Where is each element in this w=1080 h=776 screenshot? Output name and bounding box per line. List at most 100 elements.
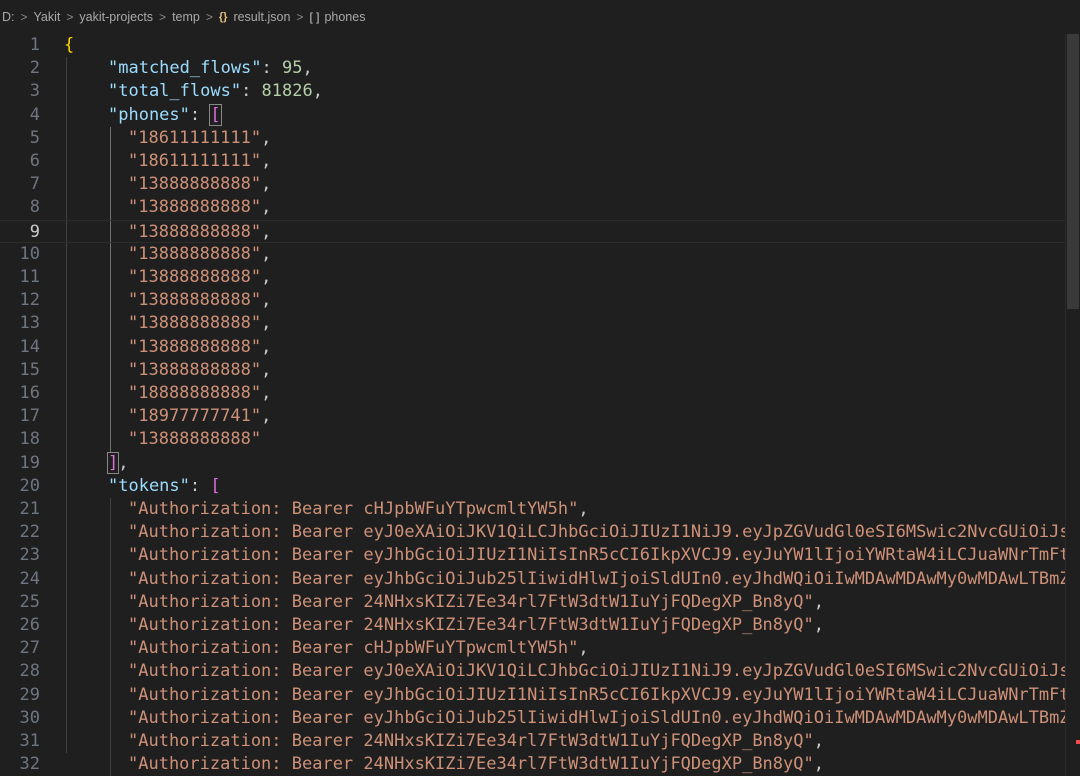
code-line[interactable]: 22 "Authorization: Bearer eyJ0eXAiOiJKV1Q… bbox=[0, 521, 1080, 544]
code-content: "Authorization: Bearer 24NHxsKIZi7Ee34rl… bbox=[128, 730, 824, 753]
line-number: 27 bbox=[19, 638, 40, 659]
line-number: 10 bbox=[19, 243, 40, 264]
breadcrumb-folder-yakit[interactable]: Yakit bbox=[32, 10, 63, 24]
code-line[interactable]: 18 "13888888888" bbox=[0, 428, 1080, 451]
code-line[interactable]: 3 "total_flows": 81826, bbox=[0, 80, 1080, 103]
code-content: "13888888888" bbox=[128, 428, 261, 451]
code-line[interactable]: 1{ bbox=[0, 34, 1080, 57]
code-line[interactable]: 7 "13888888888", bbox=[0, 173, 1080, 196]
code-content: { bbox=[64, 34, 74, 57]
json-key: "phones" bbox=[108, 104, 190, 125]
code-line[interactable]: 17 "18977777741", bbox=[0, 405, 1080, 428]
code-line[interactable]: 14 "13888888888", bbox=[0, 336, 1080, 359]
punctuation: , bbox=[261, 336, 272, 357]
vertical-scrollbar[interactable] bbox=[1065, 34, 1080, 776]
line-number: 6 bbox=[29, 151, 40, 171]
code-line[interactable]: 19], bbox=[0, 451, 1080, 475]
json-string: "Authorization: Bearer 24NHxsKIZi7Ee34rl… bbox=[128, 615, 814, 635]
breadcrumb-drive[interactable]: D: bbox=[0, 10, 17, 24]
breadcrumb: D: > Yakit > yakit-projects > temp > {} … bbox=[0, 0, 1080, 34]
line-number: 14 bbox=[19, 336, 40, 357]
json-string: "13888888888" bbox=[128, 243, 262, 264]
code-line[interactable]: 5 "18611111111", bbox=[0, 127, 1080, 150]
punctuation: , bbox=[261, 243, 272, 264]
code-line[interactable]: 29 "Authorization: Bearer eyJhbGciOiJIUzI… bbox=[0, 684, 1080, 707]
code-line[interactable]: 12 "13888888888", bbox=[0, 289, 1080, 312]
code-content: "13888888888", bbox=[128, 266, 271, 289]
code-line[interactable]: 27 "Authorization: Bearer cHJpbWFuYTpwcml… bbox=[0, 637, 1080, 660]
code-content: "total_flows": 81826, bbox=[108, 80, 323, 103]
chevron-right-icon: > bbox=[20, 10, 28, 24]
code-line[interactable]: 13 "13888888888", bbox=[0, 312, 1080, 335]
code-content: "Authorization: Bearer eyJhbGciOiJub25lI… bbox=[128, 568, 1070, 591]
code-line[interactable]: 28 "Authorization: Bearer eyJ0eXAiOiJKV1Q… bbox=[0, 660, 1080, 683]
breadcrumb-folder-yakit-projects[interactable]: yakit-projects bbox=[77, 10, 155, 24]
line-number: 30 bbox=[19, 707, 40, 728]
punctuation: , bbox=[261, 221, 272, 242]
json-string: "13888888888" bbox=[128, 197, 262, 218]
code-content: "18611111111", bbox=[128, 127, 271, 150]
code-content: "phones": [ bbox=[108, 103, 222, 127]
breadcrumb-folder-temp[interactable]: temp bbox=[170, 10, 202, 24]
code-line[interactable]: 11 "13888888888", bbox=[0, 266, 1080, 289]
code-content: "matched_flows": 95, bbox=[108, 57, 313, 80]
code-content: "13888888888", bbox=[128, 173, 271, 196]
line-number: 17 bbox=[19, 406, 40, 427]
code-content: "Authorization: Bearer eyJhbGciOiJub25lI… bbox=[128, 707, 1070, 730]
json-string: "Authorization: Bearer 24NHxsKIZi7Ee34rl… bbox=[128, 754, 814, 775]
line-number: 31 bbox=[19, 731, 40, 751]
punctuation: , bbox=[261, 151, 272, 171]
line-number: 18 bbox=[19, 429, 40, 450]
punctuation: , bbox=[261, 267, 272, 287]
punctuation: , bbox=[261, 197, 272, 218]
punctuation: : bbox=[261, 58, 283, 79]
code-line[interactable]: 10 "13888888888", bbox=[0, 243, 1080, 266]
code-line[interactable]: 9 "13888888888", bbox=[0, 219, 1080, 244]
json-string: "13888888888" bbox=[128, 336, 262, 357]
code-line[interactable]: 8 "13888888888", bbox=[0, 196, 1080, 219]
json-string: "13888888888" bbox=[128, 429, 262, 450]
code-line[interactable]: 25 "Authorization: Bearer 24NHxsKIZi7Ee34… bbox=[0, 591, 1080, 614]
line-number: 15 bbox=[19, 359, 40, 380]
code-line[interactable]: 6 "18611111111", bbox=[0, 150, 1080, 173]
code-editor[interactable]: 1{2 "matched_flows": 95, 3 "total_flows": 8… bbox=[0, 34, 1080, 776]
code-line[interactable]: 24 "Authorization: Bearer eyJhbGciOiJub25… bbox=[0, 568, 1080, 591]
json-string: "13888888888" bbox=[128, 313, 262, 334]
line-number: 5 bbox=[29, 127, 40, 148]
punctuation: , bbox=[261, 383, 272, 403]
punctuation: , bbox=[261, 290, 272, 311]
code-line[interactable]: 21 "Authorization: Bearer cHJpbWFuYTpwcml… bbox=[0, 498, 1080, 521]
breadcrumb-symbol[interactable]: phones bbox=[322, 10, 367, 24]
code-content: "18888888888", bbox=[128, 382, 271, 405]
code-line[interactable]: 20 "tokens": [ bbox=[0, 475, 1080, 498]
punctuation: , bbox=[578, 638, 589, 659]
code-line[interactable]: 15 "13888888888", bbox=[0, 359, 1080, 382]
code-line[interactable]: 26 "Authorization: Bearer 24NHxsKIZi7Ee34… bbox=[0, 614, 1080, 637]
code-line[interactable]: 2 "matched_flows": 95, bbox=[0, 57, 1080, 80]
punctuation: , bbox=[813, 615, 824, 635]
breadcrumb-file[interactable]: result.json bbox=[231, 10, 292, 24]
code-content: ], bbox=[106, 451, 129, 475]
code-line[interactable]: 16 "18888888888", bbox=[0, 382, 1080, 405]
code-content: "13888888888", bbox=[128, 221, 271, 244]
chevron-right-icon: > bbox=[205, 10, 213, 24]
code-content: "tokens": [ bbox=[108, 475, 221, 498]
line-number: 11 bbox=[19, 267, 40, 287]
json-string: "13888888888" bbox=[128, 267, 262, 287]
scrollbar-thumb[interactable] bbox=[1067, 34, 1079, 309]
code-line[interactable]: 30 "Authorization: Bearer eyJhbGciOiJub25… bbox=[0, 707, 1080, 730]
code-line[interactable]: 4 "phones": [ bbox=[0, 103, 1080, 127]
json-string: "Authorization: Bearer eyJ0eXAiOiJKV1QiL… bbox=[128, 522, 1070, 543]
code-line[interactable]: 23 "Authorization: Bearer eyJhbGciOiJIUzI… bbox=[0, 544, 1080, 567]
chevron-right-icon: > bbox=[66, 10, 74, 24]
punctuation: , bbox=[813, 731, 824, 751]
punctuation: , bbox=[578, 499, 589, 519]
line-number: 29 bbox=[19, 684, 40, 705]
code-content: "18611111111", bbox=[128, 150, 271, 173]
line-number: 25 bbox=[19, 591, 40, 612]
line-number: 24 bbox=[19, 568, 40, 589]
line-number: 22 bbox=[19, 522, 40, 543]
code-line[interactable]: 32 "Authorization: Bearer 24NHxsKIZi7Ee34… bbox=[0, 753, 1080, 776]
code-content: "13888888888", bbox=[128, 196, 271, 219]
code-line[interactable]: 31 "Authorization: Bearer 24NHxsKIZi7Ee34… bbox=[0, 730, 1080, 753]
